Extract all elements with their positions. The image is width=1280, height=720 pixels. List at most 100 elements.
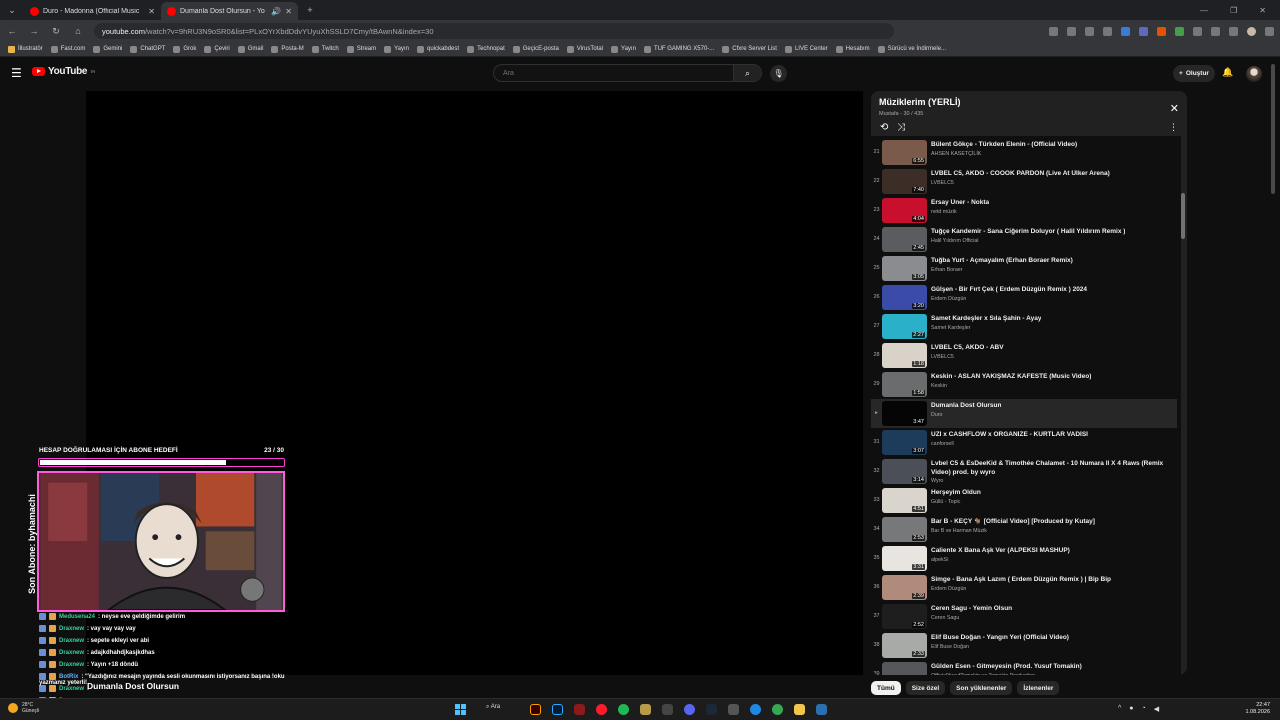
search-input[interactable] — [494, 69, 733, 77]
playlist-item[interactable]: 22 7:40 LVBEL C5, AKDO - COOOK PARDON (Liv… — [871, 167, 1177, 196]
bookmark-item[interactable]: Fast.com — [50, 45, 85, 53]
browser-tab-2[interactable]: Dumanla Dost Olursun - Yo 🔊 ✕ — [161, 2, 298, 20]
playlist-item[interactable]: 29 1:58 Keskin - ASLAN YAKIŞMAZ KAFESTE (M… — [871, 370, 1177, 399]
folder-icon[interactable] — [794, 704, 805, 715]
filter-chip[interactable]: Tümü — [871, 681, 901, 695]
bookmark-item[interactable]: Gmail — [237, 45, 263, 53]
close-tab-icon[interactable]: ✕ — [148, 7, 155, 16]
voice-search-button[interactable]: 🎙 — [770, 65, 787, 82]
playlist-item[interactable]: 25 3:05 Tuğba Yurt - Açmayalım (Erhan Bora… — [871, 254, 1177, 283]
scrollbar-thumb[interactable] — [1181, 193, 1185, 239]
filter-chip[interactable]: Size özel — [905, 681, 946, 695]
playlist-title[interactable]: Müziklerim (YERLİ) — [879, 97, 961, 107]
bookmark-item[interactable]: Yayın — [384, 45, 409, 53]
discord-icon[interactable] — [684, 704, 695, 715]
tray-chevron-icon[interactable]: ^ — [1118, 705, 1121, 713]
playlist-item[interactable]: 23 4:04 Ersay Üner - Nokta netd müzik — [871, 196, 1177, 225]
bookmark-item[interactable]: Yayın — [611, 45, 636, 53]
bookmark-item[interactable]: Çeviri — [204, 45, 230, 53]
more-icon[interactable] — [1265, 26, 1274, 36]
bookmark-item[interactable]: Twitch — [311, 45, 339, 53]
bookmark-item[interactable]: Gemini — [93, 45, 122, 53]
star-icon[interactable] — [1103, 26, 1112, 36]
playlist-item[interactable]: 34 2:53 Bar B - KEÇY 🐐 [Official Video] [P… — [871, 515, 1177, 544]
avatar[interactable] — [1246, 66, 1262, 82]
app-icon[interactable] — [640, 704, 651, 715]
bookmark-item[interactable]: TUF GAMING X570-... — [643, 45, 714, 53]
page-scrollbar[interactable] — [1270, 58, 1276, 698]
forward-icon[interactable]: → — [28, 26, 40, 36]
extension-icon[interactable] — [1211, 26, 1220, 36]
playlist-item[interactable]: 27 2:27 Samet Kardeşler x Sıla Şahin - Aya… — [871, 312, 1177, 341]
weather-widget[interactable]: 28°C Güneşli — [8, 702, 39, 714]
playlist-item[interactable]: 33 4:51 Herşeyim Oldun Güllü - Topic — [871, 486, 1177, 515]
playlist-item[interactable]: 26 3:20 Gülşen - Bir Fırt Çek ( Erdem Düzg… — [871, 283, 1177, 312]
reload-icon[interactable]: ↻ — [50, 26, 62, 37]
extension-icon[interactable] — [1175, 26, 1184, 36]
playlist-item[interactable]: 38 2:33 Elif Buse Doğan - Yangın Yeri (Off… — [871, 631, 1177, 660]
notifications-bell-icon[interactable]: 🔔 — [1222, 67, 1233, 78]
new-tab-icon[interactable]: + — [304, 5, 316, 15]
speaker-icon[interactable]: 🔊 — [271, 7, 281, 16]
bookmark-item[interactable]: Posta-M — [271, 45, 304, 53]
app-icon[interactable] — [662, 704, 673, 715]
app-icon[interactable] — [816, 704, 827, 715]
create-button[interactable]: + Oluştur — [1173, 65, 1215, 82]
share-icon[interactable] — [1085, 26, 1094, 36]
extension-icon[interactable] — [1121, 26, 1130, 36]
extension-icon[interactable] — [1157, 26, 1166, 36]
home-icon[interactable]: ⌂ — [72, 26, 84, 36]
filter-chip[interactable]: İzlenenler — [1017, 681, 1060, 695]
playlist-item[interactable]: 24 2:45 Tuğçe Kandemir - Sana Ciğerim Dolu… — [871, 225, 1177, 254]
shuffle-icon[interactable]: ⤨ — [897, 122, 905, 133]
spotify-icon[interactable] — [618, 704, 629, 715]
close-icon[interactable]: ✕ — [1170, 102, 1179, 115]
bookmark-item[interactable]: GeçicE-posta — [512, 45, 559, 53]
chrome-icon[interactable] — [772, 704, 783, 715]
steam-icon[interactable] — [706, 704, 717, 715]
tray-app-icon[interactable]: ● — [1129, 705, 1133, 713]
install-icon[interactable] — [1067, 26, 1076, 36]
back-icon[interactable]: ← — [6, 26, 18, 36]
extension-icon[interactable] — [1139, 26, 1148, 36]
playlist-item[interactable]: 35 3:31 Caliente X Bana Aşk Ver (ALPEKSI M… — [871, 544, 1177, 573]
wifi-icon[interactable]: ◔ — [1142, 705, 1146, 713]
puzzle-icon[interactable] — [1229, 26, 1238, 36]
playlist-item[interactable]: 392:13 Gülden Esen - Gitmeyesin (Prod. Yu… — [871, 660, 1177, 675]
page-scroll-thumb[interactable] — [1271, 64, 1275, 194]
playlist-item[interactable]: 32 3:14 Lvbel C5 & EsDeeKid & Timothée Cha… — [871, 457, 1177, 489]
playlist-item[interactable]: 31 3:07 UZI x CASHFLOW x ORGANİZE - KURTLA… — [871, 428, 1177, 457]
hamburger-menu-icon[interactable]: ☰ — [11, 66, 22, 80]
browser-tab-1[interactable]: Duro - Madonna (Official Music ✕ — [24, 2, 161, 20]
playlist-item[interactable]: 36 2:39 Simge - Bana Aşk Lazım ( Erdem Düz… — [871, 573, 1177, 602]
volume-icon[interactable]: ◀ — [1154, 705, 1159, 713]
illustrator-icon[interactable] — [530, 704, 541, 715]
zoom-icon[interactable] — [1049, 26, 1058, 36]
address-bar[interactable]: youtube.com/watch?v=9hRU3N9oSR0&list=PLx… — [94, 23, 894, 39]
bookmark-item[interactable]: İllustratör — [8, 45, 43, 53]
start-button[interactable] — [455, 704, 466, 715]
playlist-item[interactable]: 21 6:55 Bülent Gökçe - Türkden Elenin - (O… — [871, 138, 1177, 167]
photoshop-icon[interactable] — [552, 704, 563, 715]
close-tab-icon[interactable]: ✕ — [285, 7, 292, 16]
playlist-item[interactable]: 28 1:18 LVBEL C5, AKDO - ABV LVBELC5 — [871, 341, 1177, 370]
bookmark-item[interactable]: Stream — [346, 45, 376, 53]
bookmark-item[interactable]: Grok — [173, 45, 196, 53]
bookmark-item[interactable]: LIVE Center — [784, 45, 828, 53]
loop-icon[interactable]: ⟲ — [880, 122, 888, 133]
playlist-item[interactable]: ▸ 3:47 Dumanla Dost Olursun Duro — [871, 399, 1177, 428]
app-icon[interactable] — [574, 704, 585, 715]
maximize-icon[interactable]: ❐ — [1230, 6, 1237, 15]
bookmark-item[interactable]: Cfxre Server List — [722, 45, 777, 53]
bookmark-item[interactable]: VirusTotal — [566, 45, 603, 53]
clock[interactable]: 22:47 1.08.2026 — [1246, 702, 1270, 716]
tab-search-icon[interactable]: ⌄ — [6, 5, 18, 16]
bookmark-item[interactable]: quickabdest — [417, 45, 459, 53]
profile-icon[interactable] — [1247, 26, 1256, 36]
taskbar-search[interactable]: ⌕ Ara — [486, 704, 500, 711]
edge-icon[interactable] — [750, 704, 761, 715]
filter-chip[interactable]: Son yüklenenler — [950, 681, 1013, 695]
search-button[interactable]: ⌕ — [733, 65, 761, 81]
bookmark-item[interactable]: Sürücü ve İndirmele... — [877, 45, 946, 53]
bookmark-item[interactable]: ChatGPT — [130, 45, 165, 53]
